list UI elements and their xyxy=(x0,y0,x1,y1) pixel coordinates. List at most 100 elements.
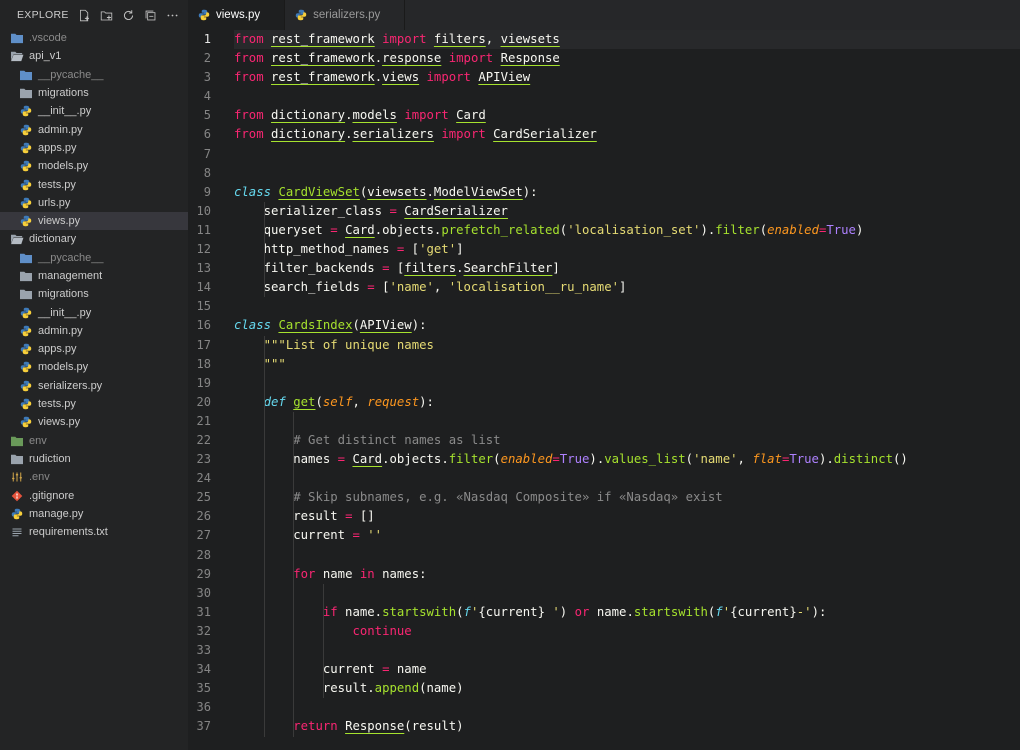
code-line[interactable]: serializer_class = CardSerializer xyxy=(234,202,1020,221)
code-line[interactable]: # Get distinct names as list xyxy=(234,431,1020,450)
code-line[interactable]: result = [] xyxy=(234,507,1020,526)
code-line[interactable]: continue xyxy=(234,622,1020,641)
indent-guide xyxy=(263,201,265,298)
code-area[interactable]: from rest_framework import filters, view… xyxy=(234,30,1020,737)
tree-item[interactable]: apps.py xyxy=(0,340,188,358)
tree-item-label: management xyxy=(38,270,103,282)
tree-item[interactable]: views.py xyxy=(0,211,188,231)
new-folder-icon[interactable] xyxy=(99,8,113,22)
tab-views-py[interactable]: views.py xyxy=(188,0,286,30)
tree-item[interactable]: rudiction xyxy=(0,450,188,468)
tree-item-label: models.py xyxy=(38,361,89,374)
code-line[interactable]: from rest_framework.response import Resp… xyxy=(234,49,1020,68)
code-line[interactable]: ​ xyxy=(234,164,1020,183)
tree-item[interactable]: models.py xyxy=(0,157,188,175)
collapse-all-icon[interactable] xyxy=(143,8,157,22)
tree-item[interactable]: migrations xyxy=(0,285,188,303)
line-number: 36 xyxy=(196,700,211,715)
code-line[interactable]: class CardsIndex(APIView): xyxy=(234,316,1020,335)
tree-item-label: .gitignore xyxy=(29,489,75,502)
tree-item[interactable]: __pycache__ xyxy=(0,66,188,84)
code-line[interactable]: from dictionary.serializers import CardS… xyxy=(234,125,1020,144)
code-line[interactable]: return Response(result) xyxy=(234,717,1020,736)
code-line[interactable]: ​ xyxy=(234,469,1020,488)
code-line[interactable]: search_fields = ['name', 'localisation__… xyxy=(234,278,1020,297)
code-line[interactable]: ​ xyxy=(234,546,1020,565)
code-line[interactable]: ​ xyxy=(234,584,1020,603)
code-line[interactable]: from rest_framework.views import APIView xyxy=(234,68,1020,87)
code-line[interactable]: result.append(name) xyxy=(234,679,1020,698)
python-file-icon xyxy=(19,214,33,228)
code-line[interactable]: # Skip subnames, e.g. «Nasdaq Composite»… xyxy=(234,488,1020,507)
tree-item[interactable]: tests.py xyxy=(0,395,188,413)
code-line[interactable]: names = Card.objects.filter(enabled=True… xyxy=(234,450,1020,469)
code-line[interactable]: ​ xyxy=(234,87,1020,106)
tree-item[interactable]: models.py xyxy=(0,358,188,376)
code-line[interactable]: if name.startswith(f'{current} ') or nam… xyxy=(234,603,1020,622)
code-line[interactable]: ​ xyxy=(234,145,1020,164)
code-line[interactable]: for name in names: xyxy=(234,565,1020,584)
code-line[interactable]: """ xyxy=(234,355,1020,374)
tree-item[interactable]: api_v1 xyxy=(0,47,188,65)
code-line[interactable]: def get(self, request): xyxy=(234,393,1020,412)
code-line[interactable]: filter_backends = [filters.SearchFilter] xyxy=(234,259,1020,278)
line-number: 10 xyxy=(196,203,211,218)
code-line[interactable]: from rest_framework import filters, view… xyxy=(234,30,1020,50)
python-file-icon xyxy=(198,9,210,21)
python-file-icon xyxy=(19,360,33,374)
git-file-icon xyxy=(10,489,24,503)
code-line[interactable]: ​ xyxy=(234,412,1020,431)
tab-serializers-py[interactable]: serializers.py xyxy=(285,0,406,30)
tree-item[interactable]: manage.py xyxy=(0,505,188,523)
line-number: 17 xyxy=(196,337,211,352)
tree-item[interactable]: admin.py xyxy=(0,120,188,138)
tree-item-label: api_v1 xyxy=(29,50,62,63)
code-line[interactable]: current = name xyxy=(234,660,1020,679)
tree-item[interactable]: serializers.py xyxy=(0,377,188,395)
folder-icon xyxy=(19,269,33,283)
code-line[interactable]: ​ xyxy=(234,698,1020,717)
line-number: 31 xyxy=(196,604,211,619)
line-number: 2 xyxy=(203,51,211,66)
new-file-icon[interactable] xyxy=(77,8,91,22)
tree-item[interactable]: migrations xyxy=(0,84,188,102)
tree-item[interactable]: .vscode xyxy=(0,29,188,47)
tree-item[interactable]: requirements.txt xyxy=(0,523,188,541)
tree-item-label: .vscode xyxy=(29,32,67,45)
code-line[interactable]: """List of unique names xyxy=(234,336,1020,355)
tree-item-label: requirements.txt xyxy=(29,526,108,539)
tree-item[interactable]: .gitignore xyxy=(0,486,188,504)
code-line[interactable]: class CardViewSet(viewsets.ModelViewSet)… xyxy=(234,183,1020,202)
more-icon[interactable] xyxy=(165,8,179,22)
tree-item[interactable]: __init__.py xyxy=(0,102,188,120)
tree-item[interactable]: admin.py xyxy=(0,322,188,340)
tree-item[interactable]: views.py xyxy=(0,413,188,431)
tree-item[interactable]: management xyxy=(0,267,188,285)
code-line[interactable]: from dictionary.models import Card xyxy=(234,106,1020,125)
code-line[interactable]: ​ xyxy=(234,297,1020,316)
line-number: 37 xyxy=(196,719,211,734)
line-number: 3 xyxy=(203,70,211,85)
code-line[interactable]: http_method_names = ['get'] xyxy=(234,240,1020,259)
tree-item[interactable]: tests.py xyxy=(0,175,188,193)
tree-item-label: __pycache__ xyxy=(38,251,104,264)
tree-item[interactable]: urls.py xyxy=(0,194,188,212)
refresh-icon[interactable] xyxy=(121,8,135,22)
python-file-icon xyxy=(19,397,33,411)
tree-item[interactable]: env xyxy=(0,432,188,450)
tree-item[interactable]: __init__.py xyxy=(0,303,188,321)
tree-item[interactable]: .env xyxy=(0,468,188,486)
line-number: 25 xyxy=(196,490,211,505)
tree-item[interactable]: __pycache__ xyxy=(0,249,188,267)
line-number-gutter: 1 2 3 4 5 6 7 8 9 10 11 12 13 14 15 16 17 18 19 20 21 22 23 24 2… xyxy=(188,30,226,736)
code-line[interactable]: current = '' xyxy=(234,526,1020,545)
indent-guide xyxy=(263,335,265,737)
line-number: 13 xyxy=(196,261,211,276)
code-line[interactable]: queryset = Card.objects.prefetch_related… xyxy=(234,221,1020,240)
code-line[interactable]: ​ xyxy=(234,641,1020,660)
code-editor[interactable]: 1 2 3 4 5 6 7 8 9 10 11 12 13 14 15 16 17 18 19 20 21 22 23 24 2… xyxy=(188,30,1020,750)
code-line[interactable]: ​ xyxy=(234,374,1020,393)
tree-item[interactable]: dictionary xyxy=(0,230,188,248)
tree-item[interactable]: apps.py xyxy=(0,139,188,157)
line-number: 33 xyxy=(196,643,211,657)
